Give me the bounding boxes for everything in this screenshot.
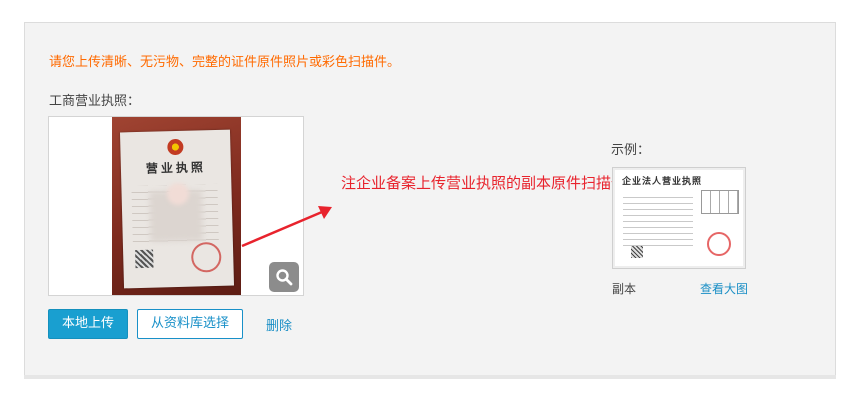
upload-notice: 请您上传清晰、无污物、完整的证件原件照片或彩色扫描件。	[49, 55, 401, 70]
zoom-button[interactable]	[269, 262, 299, 292]
license-document: 营业执照	[119, 129, 235, 289]
national-emblem-icon	[167, 138, 184, 156]
delete-link[interactable]: 删除	[266, 315, 292, 334]
local-upload-button[interactable]: 本地上传	[48, 309, 128, 339]
example-label: 示例：	[611, 143, 651, 158]
annotation-text: 注企业备案上传营业执照的副本原件扫描件	[341, 174, 627, 192]
example-qr-icon	[631, 246, 643, 258]
select-from-library-button[interactable]: 从资料库选择	[137, 309, 243, 339]
example-table	[701, 190, 739, 214]
view-large-link[interactable]: 查看大图	[700, 280, 748, 297]
redacted-spot	[167, 183, 189, 205]
magnifier-icon	[276, 269, 293, 286]
business-license-label: 工商营业执照：	[49, 94, 141, 109]
example-thumb-title: 企业法人营业执照	[622, 177, 703, 187]
license-photo: 营业执照	[112, 117, 241, 295]
annotation-arrow	[241, 206, 332, 248]
example-seal	[707, 232, 731, 256]
document-title: 营业执照	[145, 160, 207, 176]
example-caption: 副本	[612, 282, 637, 296]
example-text-lines	[623, 192, 693, 248]
qr-code-icon	[135, 249, 154, 269]
official-seal	[190, 241, 222, 273]
panel-divider	[24, 375, 836, 379]
example-thumbnail[interactable]: 企业法人营业执照	[612, 167, 746, 269]
